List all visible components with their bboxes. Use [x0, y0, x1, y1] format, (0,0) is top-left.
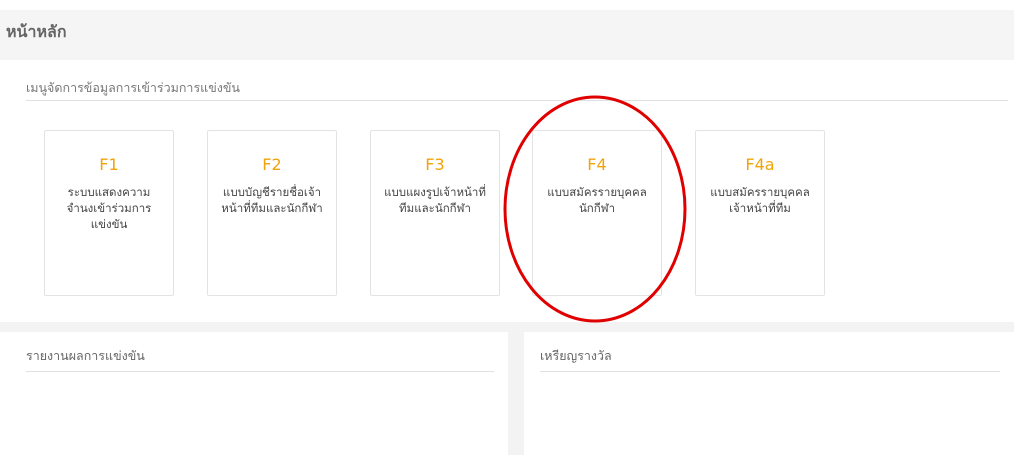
- card-label: ระบบแสดงความจำนงเข้าร่วมการแข่งขัน: [66, 185, 152, 231]
- medals-panel-heading: เหรียญรางวัล: [540, 348, 612, 363]
- menu-panel: เมนูจัดการข้อมูลการเข้าร่วมการแข่งขัน F1…: [10, 60, 1014, 322]
- card-code: F4a: [745, 155, 775, 174]
- menu-card-f4[interactable]: F4 แบบสมัครรายบุคคลนักกีฬา: [532, 130, 662, 296]
- menu-card-f4a[interactable]: F4a แบบสมัครรายบุคคลเจ้าหน้าที่ทีม: [695, 130, 825, 296]
- card-code: F4: [587, 155, 607, 174]
- results-panel-divider: [26, 371, 494, 372]
- card-label: แบบสมัครรายบุคคลนักกีฬา: [547, 185, 647, 215]
- card-code: F1: [99, 155, 119, 174]
- card-label: แบบสมัครรายบุคคลเจ้าหน้าที่ทีม: [710, 185, 810, 215]
- panel-gutter: [508, 332, 524, 455]
- menu-card-f3[interactable]: F3 แบบแผงรูปเจ้าหน้าที่ทีมและนักกีฬา: [370, 130, 500, 296]
- menu-panel-divider: [26, 100, 1008, 101]
- menu-panel-heading: เมนูจัดการข้อมูลการเข้าร่วมการแข่งขัน: [26, 80, 240, 95]
- card-code: F2: [262, 155, 282, 174]
- card-label: แบบแผงรูปเจ้าหน้าที่ทีมและนักกีฬา: [384, 185, 486, 215]
- medals-panel-divider: [540, 371, 1000, 372]
- menu-card-f2[interactable]: F2 แบบบัญชีรายชื่อเจ้าหน้าที่ทีมและนักกี…: [207, 130, 337, 296]
- page-title: หน้าหลัก: [6, 22, 67, 41]
- menu-card-f1[interactable]: F1 ระบบแสดงความจำนงเข้าร่วมการแข่งขัน: [44, 130, 174, 296]
- medals-panel: เหรียญรางวัล: [524, 332, 1014, 455]
- section-gap: [0, 322, 1014, 332]
- card-code: F3: [425, 155, 445, 174]
- page-header: หน้าหลัก: [0, 10, 1014, 60]
- results-panel-heading: รายงานผลการแข่งขัน: [26, 348, 145, 363]
- card-label: แบบบัญชีรายชื่อเจ้าหน้าที่ทีมและนักกีฬา: [221, 185, 323, 215]
- results-panel: รายงานผลการแข่งขัน: [10, 332, 509, 455]
